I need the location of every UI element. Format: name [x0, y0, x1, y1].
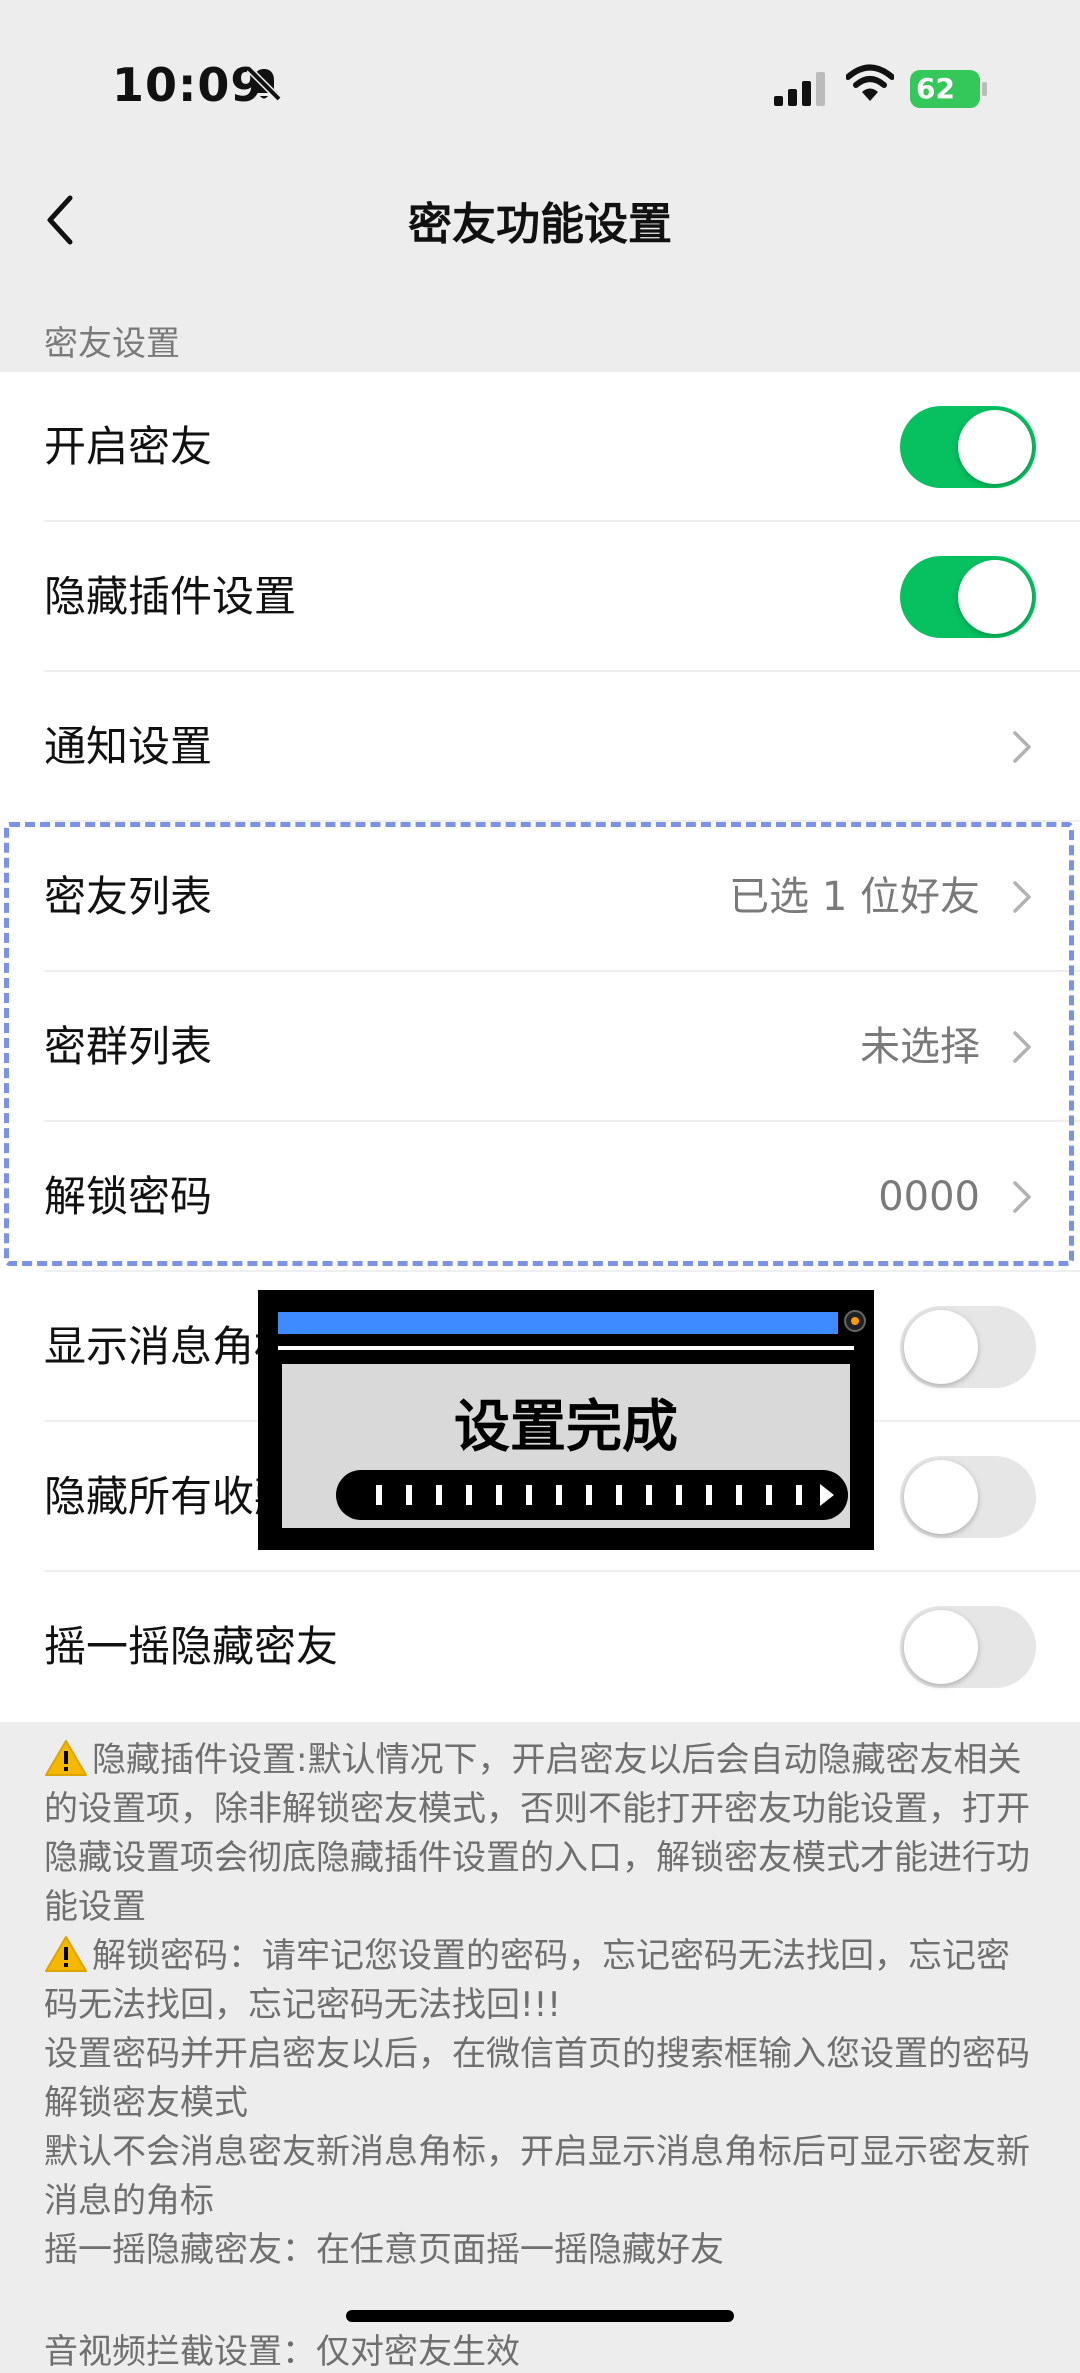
signal-icon [774, 72, 825, 106]
row-close-friend-list[interactable]: 密友列表 已选 1 位好友 [0, 822, 1080, 972]
home-indicator[interactable] [346, 2310, 734, 2322]
row-label: 开启密友 [44, 422, 213, 471]
row-close-group-list[interactable]: 密群列表 未选择 [0, 972, 1080, 1122]
row-label: 隐藏插件设置 [44, 572, 297, 621]
row-value: 0000 [878, 1174, 980, 1220]
enable-close-friend-toggle[interactable] [900, 406, 1036, 488]
battery-icon: 62 [910, 70, 990, 108]
row-value: 未选择 [860, 1024, 980, 1070]
chevron-right-icon [1013, 731, 1031, 763]
battery-level: 62 [910, 70, 980, 108]
completion-popup: 设置完成 [258, 1290, 874, 1550]
note-item: 解锁密码：请牢记您设置的密码，忘记密码无法找回，忘记密码无法找回，忘记密码无法找… [44, 1932, 1034, 2030]
popup-message: 设置完成 [454, 1395, 678, 1460]
warning-icon [45, 1740, 87, 1776]
show-badge-toggle[interactable] [900, 1306, 1036, 1388]
chevron-right-icon [1013, 1181, 1031, 1213]
row-hide-plugin-settings: 隐藏插件设置 [0, 522, 1080, 672]
note-item: 默认不会消息密友新消息角标，开启显示消息角标后可显示密友新消息的角标 [44, 2132, 1030, 2221]
note-text: 解锁密码：请牢记您设置的密码，忘记密码无法找回，忘记密码无法找回，忘记密码无法找… [44, 1936, 1010, 2025]
hide-favorites-toggle[interactable] [900, 1456, 1036, 1538]
arrow-right-icon [820, 1484, 834, 1506]
page-title: 密友功能设置 [408, 199, 672, 250]
popup-title-bar [278, 1312, 838, 1334]
note-item-cut: 音视频拦截设置：仅对密友生效 [44, 2332, 520, 2372]
nav-bar: 密友功能设置 [0, 170, 1080, 290]
row-label: 摇一摇隐藏密友 [44, 1622, 339, 1671]
row-value: 已选 1 位好友 [729, 874, 980, 920]
hide-plugin-settings-toggle[interactable] [900, 556, 1036, 638]
status-time: 10:09 [112, 58, 264, 112]
progress-bar [336, 1470, 848, 1520]
bell-slash-icon [246, 66, 282, 102]
row-label: 密群列表 [44, 1022, 213, 1071]
wifi-icon [846, 64, 894, 101]
status-bar: 10:09 62 [0, 0, 1080, 170]
note-text: 隐藏插件设置:默认情况下，开启密友以后会自动隐藏密友相关的设置项，除非解锁密友模… [44, 1740, 1030, 1927]
popup-dot-icon [844, 1310, 866, 1332]
row-label: 通知设置 [44, 722, 213, 771]
note-item: 隐藏插件设置:默认情况下，开启密友以后会自动隐藏密友相关的设置项，除非解锁密友模… [44, 1736, 1034, 1932]
row-shake-hide: 摇一摇隐藏密友 [0, 1572, 1080, 1722]
warning-icon [45, 1936, 87, 1972]
chevron-right-icon [1013, 881, 1031, 913]
row-unlock-password[interactable]: 解锁密码 0000 [0, 1122, 1080, 1272]
note-item: 摇一摇隐藏密友：在任意页面摇一摇隐藏好友 [44, 2230, 724, 2270]
popup-body: 设置完成 [278, 1360, 854, 1532]
chevron-right-icon [1013, 1031, 1031, 1063]
shake-hide-toggle[interactable] [900, 1606, 1036, 1688]
row-notification-settings[interactable]: 通知设置 [0, 672, 1080, 822]
row-label: 解锁密码 [44, 1172, 213, 1221]
row-label: 密友列表 [44, 872, 213, 921]
row-enable-close-friend: 开启密友 [0, 372, 1080, 522]
section-header: 密友设置 [44, 324, 180, 364]
help-notes: 隐藏插件设置:默认情况下，开启密友以后会自动隐藏密友相关的设置项，除非解锁密友模… [44, 1736, 1034, 2275]
note-item: 设置密码并开启密友以后，在微信首页的搜索框输入您设置的密码解锁密友模式 [44, 2034, 1030, 2123]
